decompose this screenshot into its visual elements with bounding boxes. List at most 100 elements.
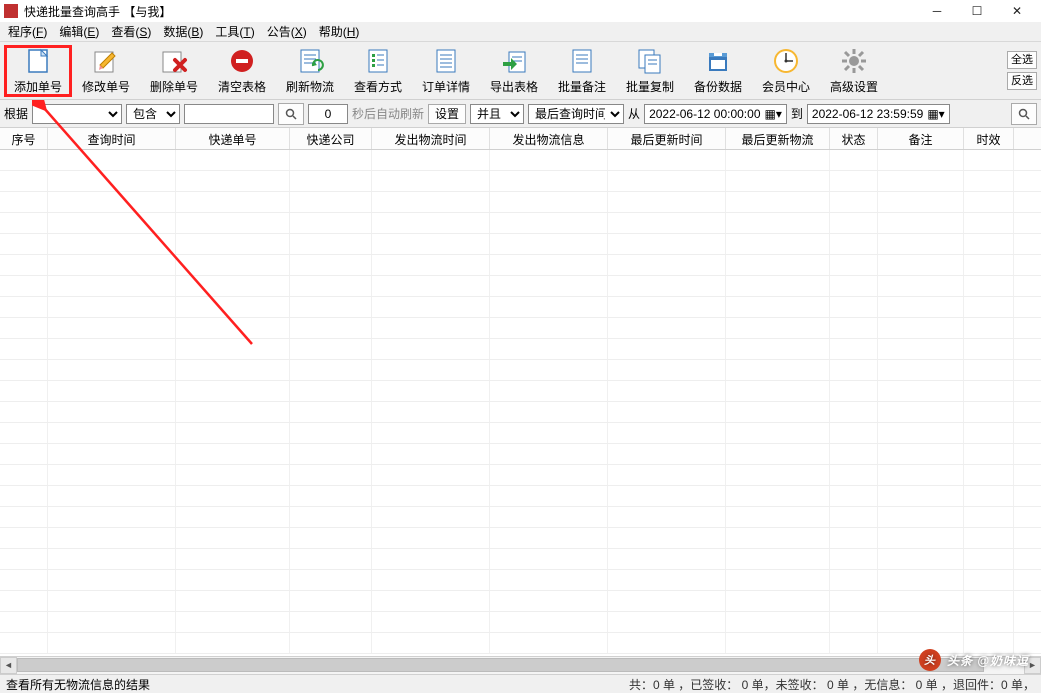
menu-s[interactable]: 查看(S) bbox=[105, 21, 157, 42]
menu-b[interactable]: 数据(B) bbox=[157, 21, 209, 42]
table-row[interactable] bbox=[0, 150, 1041, 171]
search-icon bbox=[1018, 108, 1030, 120]
table-row[interactable] bbox=[0, 381, 1041, 402]
clear-table-icon bbox=[227, 46, 257, 76]
export-table-label: 导出表格 bbox=[490, 78, 538, 95]
date-from-input[interactable]: 2022-06-12 00:00:00 ▦▾ bbox=[644, 104, 787, 124]
table-row[interactable] bbox=[0, 318, 1041, 339]
table-row[interactable] bbox=[0, 423, 1041, 444]
menu-f[interactable]: 程序(F) bbox=[2, 21, 53, 42]
column-header[interactable]: 序号 bbox=[0, 128, 48, 149]
settings-button[interactable]: 设置 bbox=[428, 104, 466, 124]
app-icon bbox=[4, 4, 18, 18]
refresh-logistics-icon bbox=[295, 46, 325, 76]
scroll-thumb[interactable] bbox=[17, 658, 984, 672]
table-row[interactable] bbox=[0, 486, 1041, 507]
table-row[interactable] bbox=[0, 192, 1041, 213]
refresh-logistics-button[interactable]: 刷新物流 bbox=[276, 45, 344, 97]
last-query-select[interactable]: 最后查询时间 bbox=[528, 104, 624, 124]
table-row[interactable] bbox=[0, 297, 1041, 318]
table-row[interactable] bbox=[0, 171, 1041, 192]
order-details-icon bbox=[431, 46, 461, 76]
table-row[interactable] bbox=[0, 612, 1041, 633]
search-button[interactable] bbox=[278, 103, 304, 125]
column-header[interactable]: 快递单号 bbox=[176, 128, 290, 149]
column-header[interactable]: 时效 bbox=[964, 128, 1014, 149]
batch-remark-icon bbox=[567, 46, 597, 76]
and-select[interactable]: 并且 bbox=[470, 104, 524, 124]
batch-copy-button[interactable]: 批量复制 bbox=[616, 45, 684, 97]
backup-data-label: 备份数据 bbox=[694, 78, 742, 95]
delete-order-button[interactable]: 删除单号 bbox=[140, 45, 208, 97]
table-row[interactable] bbox=[0, 339, 1041, 360]
batch-copy-label: 批量复制 bbox=[626, 78, 674, 95]
order-details-label: 订单详情 bbox=[422, 78, 470, 95]
maximize-button[interactable]: ☐ bbox=[957, 0, 997, 22]
table-row[interactable] bbox=[0, 213, 1041, 234]
menu-h[interactable]: 帮助(H) bbox=[313, 21, 366, 42]
table-row[interactable] bbox=[0, 465, 1041, 486]
edit-order-button[interactable]: 修改单号 bbox=[72, 45, 140, 97]
menu-e[interactable]: 编辑(E) bbox=[53, 21, 105, 42]
refresh-seconds-input[interactable] bbox=[308, 104, 348, 124]
clear-table-button[interactable]: 清空表格 bbox=[208, 45, 276, 97]
member-center-icon bbox=[771, 46, 801, 76]
root-select[interactable] bbox=[32, 104, 122, 124]
view-mode-label: 查看方式 bbox=[354, 78, 402, 95]
table-row[interactable] bbox=[0, 570, 1041, 591]
refresh-logistics-label: 刷新物流 bbox=[286, 78, 334, 95]
table-row[interactable] bbox=[0, 360, 1041, 381]
batch-remark-button[interactable]: 批量备注 bbox=[548, 45, 616, 97]
date-to-input[interactable]: 2022-06-12 23:59:59 ▦▾ bbox=[807, 104, 950, 124]
table-row[interactable] bbox=[0, 528, 1041, 549]
table-row[interactable] bbox=[0, 402, 1041, 423]
table-row[interactable] bbox=[0, 507, 1041, 528]
date-to-text: 2022-06-12 23:59:59 bbox=[812, 107, 923, 121]
advanced-settings-button[interactable]: 高级设置 bbox=[820, 45, 888, 97]
table-row[interactable] bbox=[0, 444, 1041, 465]
menu-t[interactable]: 工具(T) bbox=[209, 21, 260, 42]
status-left: 查看所有无物流信息的结果 bbox=[6, 676, 629, 693]
column-header[interactable]: 查询时间 bbox=[48, 128, 176, 149]
table-row[interactable] bbox=[0, 234, 1041, 255]
member-center-button[interactable]: 会员中心 bbox=[752, 45, 820, 97]
date-from-text: 2022-06-12 00:00:00 bbox=[649, 107, 760, 121]
to-label: 到 bbox=[791, 105, 803, 122]
filter-search-button[interactable] bbox=[1011, 103, 1037, 125]
menu-x[interactable]: 公告(X) bbox=[261, 21, 313, 42]
column-header[interactable]: 快递公司 bbox=[290, 128, 372, 149]
scroll-track[interactable] bbox=[17, 657, 1024, 674]
calendar-icon: ▦▾ bbox=[765, 107, 782, 121]
contains-select[interactable]: 包含 bbox=[126, 104, 180, 124]
window-title: 快递批量查询高手 【与我】 bbox=[24, 3, 917, 20]
column-header[interactable]: 状态 bbox=[830, 128, 878, 149]
column-header[interactable]: 最后更新时间 bbox=[608, 128, 726, 149]
close-button[interactable]: ✕ bbox=[997, 0, 1037, 22]
table-row[interactable] bbox=[0, 591, 1041, 612]
minimize-button[interactable]: ─ bbox=[917, 0, 957, 22]
select-all-button[interactable]: 全选 bbox=[1007, 51, 1037, 69]
column-header[interactable]: 最后更新物流 bbox=[726, 128, 830, 149]
order-details-button[interactable]: 订单详情 bbox=[412, 45, 480, 97]
delete-order-icon bbox=[159, 46, 189, 76]
titlebar: 快递批量查询高手 【与我】 ─ ☐ ✕ bbox=[0, 0, 1041, 22]
watermark-logo: 头 bbox=[919, 649, 941, 671]
table-row[interactable] bbox=[0, 633, 1041, 654]
edit-order-label: 修改单号 bbox=[82, 78, 130, 95]
table-row[interactable] bbox=[0, 549, 1041, 570]
table-row[interactable] bbox=[0, 276, 1041, 297]
horizontal-scrollbar[interactable]: ◄ ► bbox=[0, 656, 1041, 673]
view-mode-button[interactable]: 查看方式 bbox=[344, 45, 412, 97]
column-header[interactable]: 发出物流信息 bbox=[490, 128, 608, 149]
backup-data-button[interactable]: 备份数据 bbox=[684, 45, 752, 97]
member-center-label: 会员中心 bbox=[762, 78, 810, 95]
scroll-left-arrow[interactable]: ◄ bbox=[0, 657, 17, 674]
search-input[interactable] bbox=[184, 104, 274, 124]
export-table-button[interactable]: 导出表格 bbox=[480, 45, 548, 97]
column-header[interactable]: 发出物流时间 bbox=[372, 128, 490, 149]
table-header: 序号查询时间快递单号快递公司发出物流时间发出物流信息最后更新时间最后更新物流状态… bbox=[0, 128, 1041, 150]
column-header[interactable]: 备注 bbox=[878, 128, 964, 149]
add-order-button[interactable]: 添加单号 bbox=[4, 45, 72, 97]
invert-select-button[interactable]: 反选 bbox=[1007, 72, 1037, 90]
table-row[interactable] bbox=[0, 255, 1041, 276]
